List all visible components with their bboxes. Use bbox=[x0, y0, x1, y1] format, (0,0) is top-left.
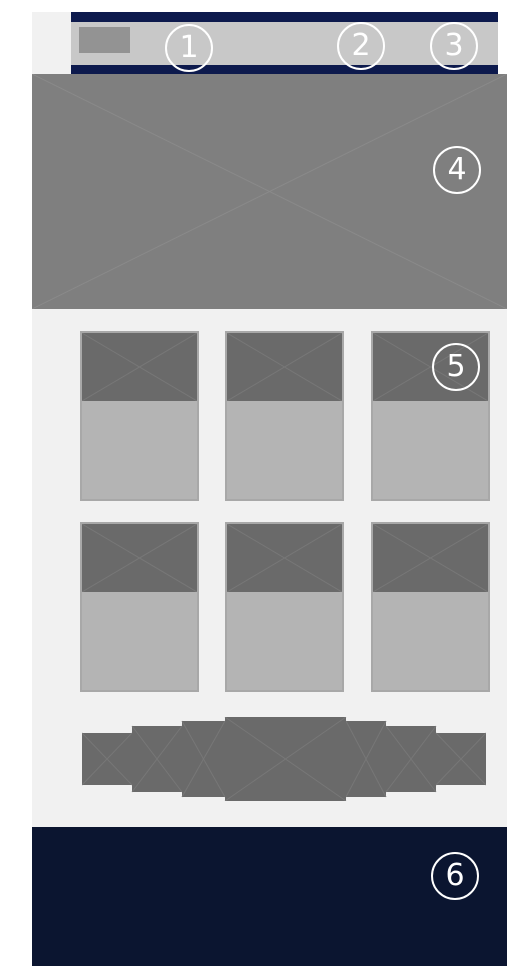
logo-placeholder[interactable] bbox=[79, 27, 130, 53]
callout-marker-6: 6 bbox=[431, 852, 479, 900]
hero-image-placeholder bbox=[32, 74, 507, 309]
card-image-placeholder bbox=[82, 524, 197, 592]
card-image-placeholder bbox=[227, 524, 342, 592]
callout-marker-5: 5 bbox=[432, 343, 480, 391]
content-card[interactable] bbox=[225, 522, 344, 692]
content-card[interactable] bbox=[225, 331, 344, 501]
header-left-gutter bbox=[32, 12, 71, 74]
callout-marker-1: 1 bbox=[165, 24, 213, 72]
callout-marker-3: 3 bbox=[430, 22, 478, 70]
callout-marker-4: 4 bbox=[433, 146, 481, 194]
carousel-placeholder[interactable] bbox=[82, 717, 486, 801]
wireframe-page: 1 2 3 4 5 6 bbox=[0, 0, 507, 966]
hero-cross-lines bbox=[32, 74, 507, 309]
content-card[interactable] bbox=[371, 522, 490, 692]
card-image-placeholder bbox=[227, 333, 342, 401]
carousel-slides bbox=[82, 717, 486, 801]
content-area bbox=[32, 309, 507, 827]
content-card[interactable] bbox=[80, 331, 199, 501]
card-image-placeholder bbox=[373, 524, 488, 592]
card-image-placeholder bbox=[82, 333, 197, 401]
footer bbox=[32, 827, 507, 966]
content-card[interactable] bbox=[80, 522, 199, 692]
callout-marker-2: 2 bbox=[337, 22, 385, 70]
